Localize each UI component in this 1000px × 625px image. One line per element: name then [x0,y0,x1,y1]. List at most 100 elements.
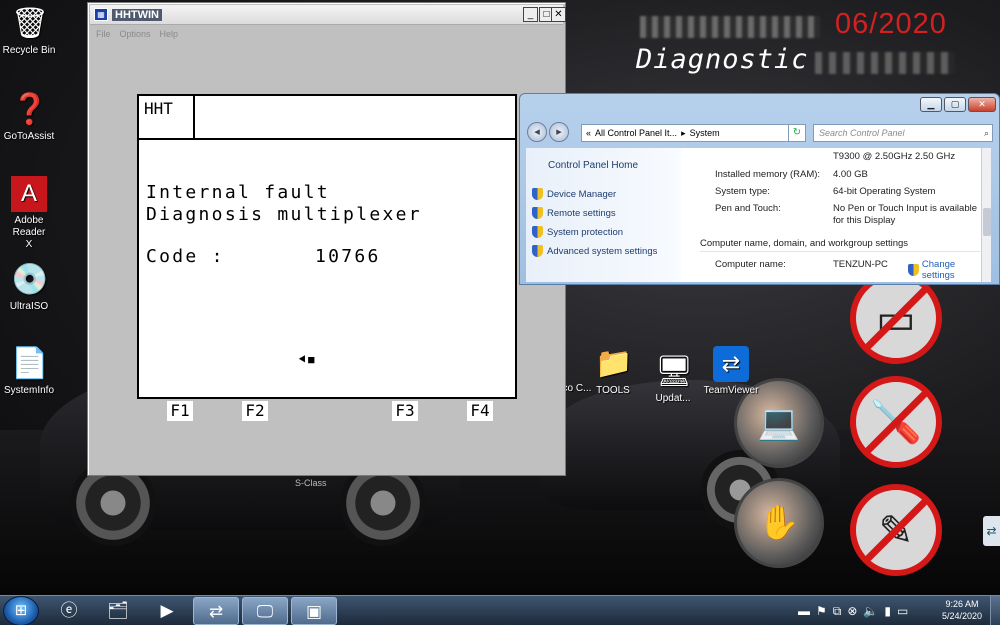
cp-maximize-button[interactable]: ▢ [944,97,966,112]
shield-icon [532,245,543,257]
task-label: System protection [547,226,624,238]
ie-icon[interactable]: ⓔ [46,597,92,625]
speaker-icon[interactable]: 🔈 [863,604,878,619]
control-panel-window: ▁ ▢ ✕ ◂ ▸ « All Control Panel It... ▸ Sy… [519,93,1000,285]
show-desktop-button[interactable] [990,596,1000,625]
desktop-icon-gotoassist[interactable]: ❓ GoToAssist [0,92,64,143]
explorer-icon[interactable]: 🗂 [95,597,141,625]
tray-icon[interactable]: ⚑ [816,604,827,619]
cp-close-button[interactable]: ✕ [968,97,996,112]
address-current[interactable]: System [690,125,720,141]
menu-help[interactable]: Help [160,29,179,39]
cp-minimize-button[interactable]: ▁ [920,97,942,112]
desktop-icon-label: Adobe Reader X [12,215,46,250]
search-placeholder: Search Control Panel [819,128,905,138]
cp-system-info: T9300 @ 2.50GHz 2.50 GHz Installed memor… [700,148,990,282]
hht-code-label: Code : [146,246,225,267]
hhtwin-menubar: File Options Help [90,26,563,42]
hhtwin-titlebar[interactable]: ▦ HHTWIN _ □ ✕ [90,5,566,25]
minimize-button[interactable]: _ [523,7,538,22]
task-advanced-system-settings[interactable]: Advanced system settings [532,245,657,257]
task-label: Advanced system settings [547,245,658,257]
computer-name-label: Computer name: [715,259,786,270]
shield-icon [532,226,543,238]
battery-icon[interactable]: ▭ [897,604,908,619]
menu-options[interactable]: Options [120,29,151,39]
desktop-icon-label: UltraISO [9,301,49,312]
task-device-manager[interactable]: Device Manager [532,188,616,200]
search-input[interactable]: Search Control Panel ⌕ [813,124,993,142]
desktop-icon-teamviewer[interactable]: ⇄ TeamViewer [696,346,766,397]
clock-date: 5/24/2020 [941,611,983,621]
desktop-icon-label: SystemInfo [3,385,55,396]
pen-touch-value: No Pen or Touch Input is available for t… [833,203,977,226]
desktop-icon-label: Recycle Bin [2,45,56,56]
folder-icon: 📁 [595,347,633,380]
hht-message-line-1: Internal fault [146,182,330,203]
address-path[interactable]: All Control Panel It... [595,125,677,141]
control-panel-body: Control Panel Home Device Manager Remote… [526,148,991,282]
address-prefix: « [586,128,592,138]
cp-scrollbar[interactable] [981,148,991,282]
close-button[interactable]: ✕ [551,7,566,22]
teamviewer-icon: ⇄ [713,346,749,382]
hhtwin-app-icon: ▦ [94,8,108,21]
shield-icon [532,207,543,219]
desktop-icon-adobe-reader[interactable]: A Adobe Reader X [0,176,64,251]
system-tray: ▬ ⚑ ⧉ ⊗ 🔈 ▮ ▭ [798,604,908,619]
no-soldering-iron-sign-icon: ✎ [850,484,942,576]
start-button[interactable]: ⊞ [3,596,39,625]
signal-icon[interactable]: ▮ [884,604,891,619]
function-key-f2[interactable]: F2 [242,401,268,421]
pen-touch-label: Pen and Touch: [715,203,781,214]
hhtwin-window: ▦ HHTWIN _ □ ✕ File Options Help HHT Int… [87,2,566,476]
tray-icon[interactable]: ▬ [798,604,810,619]
clock-time: 9:26 AM [945,599,979,609]
function-key-f1[interactable]: F1 [167,401,193,421]
wallpaper-date: 06/2020 [835,8,947,40]
system-type-label: System type: [715,186,770,197]
teamviewer-side-widget-icon[interactable]: ⇄ [983,516,1000,546]
control-panel-home-link[interactable]: Control Panel Home [548,160,638,171]
teamviewer-taskbar-icon[interactable]: ⇄ [193,597,239,625]
control-panel-icon[interactable]: ▣ [291,597,337,625]
wallpaper-title: Diagnostic [636,44,809,75]
menu-file[interactable]: File [96,29,111,39]
network-icon[interactable]: ⧉ [833,604,842,619]
remote-desktop-icon[interactable]: 🖵 [242,597,288,625]
task-label: Remote settings [547,207,616,219]
processor-value: T9300 @ 2.50GHz 2.50 GHz [833,151,956,162]
hht-header-row: HHT [139,96,515,140]
hht-message-line-2: Diagnosis multiplexer [146,204,422,225]
address-bar[interactable]: « All Control Panel It... ▸ System ▾ [581,124,805,142]
change-settings-link[interactable]: Change settings [908,259,990,281]
cp-scrollbar-thumb[interactable] [983,208,991,236]
hhtwin-title: HHTWIN [112,9,162,21]
change-settings-label: Change settings [921,259,956,281]
task-remote-settings[interactable]: Remote settings [532,207,616,219]
taskbar-clock[interactable]: 9:26 AM 5/24/2020 [938,598,986,622]
hht-cursor-icon: ⯇■ [297,352,316,367]
forward-button[interactable]: ▸ [549,122,569,142]
ultraiso-icon: 💿 [11,263,49,296]
function-key-f4[interactable]: F4 [467,401,493,421]
media-player-icon[interactable]: ▶ [144,597,190,625]
shield-icon [908,264,919,276]
task-system-protection[interactable]: System protection [532,226,623,238]
refresh-icon[interactable]: ↻ [788,124,806,142]
recycle-bin-icon: 🗑 [11,7,50,40]
desktop-icon-recycle-bin[interactable]: 🗑 Recycle Bin [0,6,64,57]
update-icon: 🖥 [655,355,694,388]
function-key-f3[interactable]: F3 [392,401,418,421]
desktop-icon-systeminfo[interactable]: 📄 SystemInfo [0,346,64,397]
desktop-icon-ultraiso[interactable]: 💿 UltraISO [0,262,64,313]
no-tablet-sign-icon: ▭ [850,272,942,364]
computer-name-section-heading: Computer name, domain, and workgroup set… [700,238,980,252]
adobe-reader-icon: A [11,176,47,212]
search-icon[interactable]: ⌕ [984,125,989,141]
tray-warning-icon[interactable]: ⊗ [847,604,857,619]
back-button[interactable]: ◂ [527,122,547,142]
system-type-value: 64-bit Operating System [833,186,936,197]
document-icon: 📄 [11,347,49,380]
taskbar: ⊞ ⓔ 🗂 ▶ ⇄ 🖵 ▣ ▬ ⚑ ⧉ ⊗ 🔈 ▮ ▭ 9:26 AM 5/24… [0,595,1000,625]
